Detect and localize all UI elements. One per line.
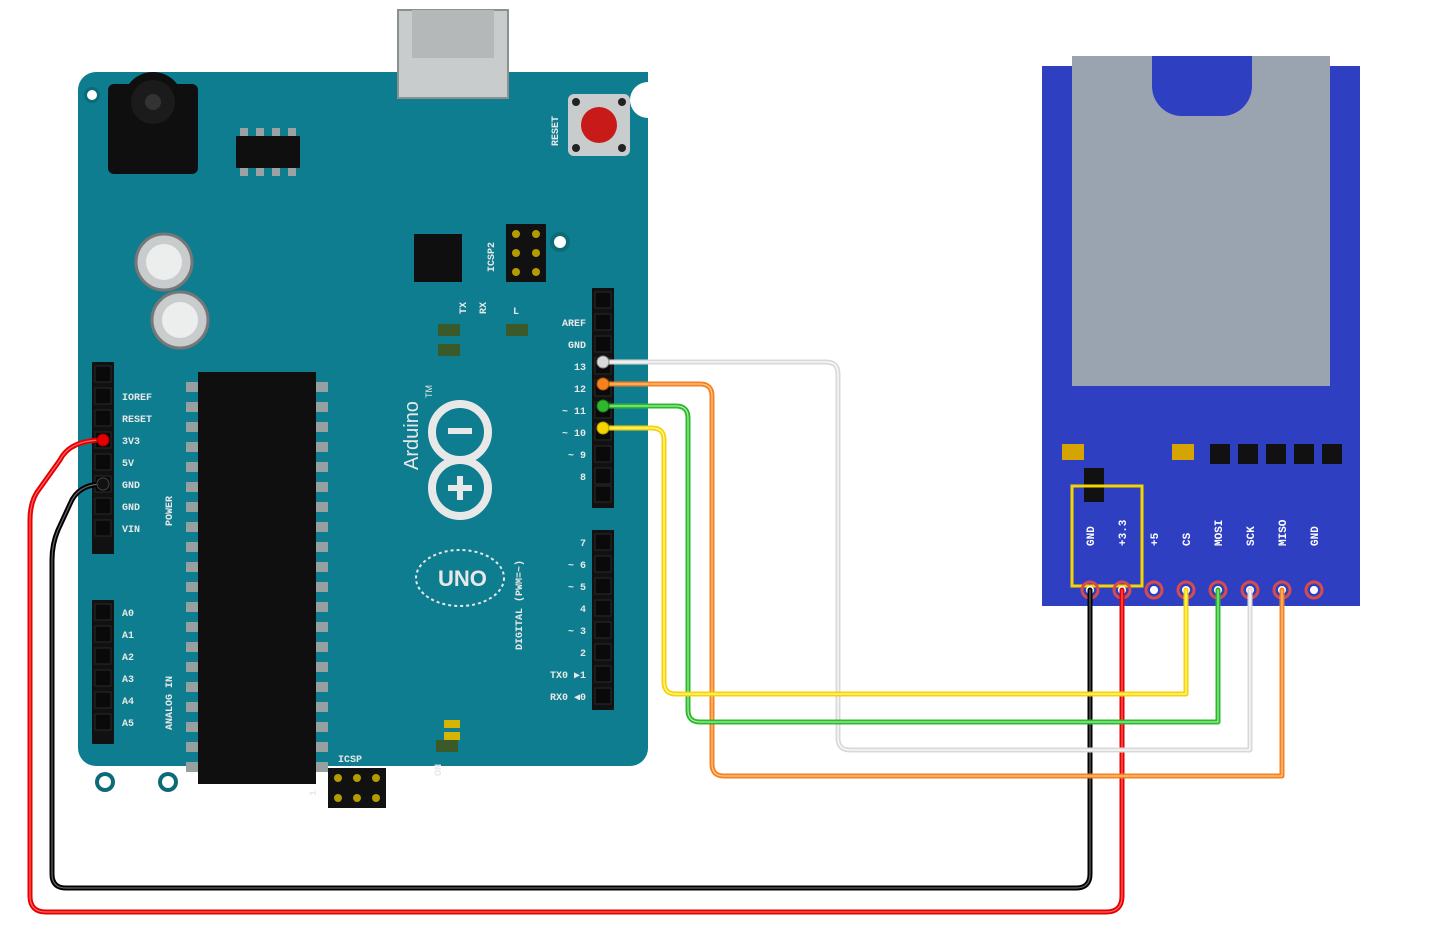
pin-a5-label: A5 (122, 719, 134, 730)
analog-section-label: ANALOG IN (165, 676, 176, 730)
pin-d2-label: 2 (580, 649, 586, 660)
digital-section-label: DIGITAL (PWM=~) (514, 560, 526, 650)
icsp2-label: ICSP2 (487, 242, 498, 272)
pin-d3-label: ~ 3 (568, 627, 586, 638)
pin-a2-label: A2 (122, 653, 134, 664)
icsp-label: ICSP (338, 755, 362, 766)
reset-label: RESET (551, 116, 562, 146)
power-section-label: POWER (165, 496, 176, 526)
arduino-brand-text: Arduino (401, 401, 423, 470)
sd-pin-sck-label: SCK (1246, 526, 1258, 546)
pin-5v-label: 5V (122, 459, 134, 470)
rx-label: RX (479, 302, 490, 314)
sd-card-module: GND +3.3 +5 CS MOSI SCK MISO GND (1042, 56, 1360, 606)
arduino-tm-text: TM (424, 385, 434, 398)
sd-pin-cs-label: CS (1182, 532, 1194, 546)
pin-d4-label: 4 (580, 605, 586, 616)
pin-d9-label: ~ 9 (568, 451, 586, 462)
pin-d6-label: ~ 6 (568, 561, 586, 572)
sd-pin-gnd2-label: GND (1310, 526, 1322, 546)
pin-d5-label: ~ 5 (568, 583, 586, 594)
pin-d8-label: 8 (580, 473, 586, 484)
pin-d12-label: 12 (574, 385, 586, 396)
sd-pin-gnd-label: GND (1086, 526, 1098, 546)
pin-d10-label: ~ 10 (562, 429, 586, 440)
wiring-diagram: RESET ICSP2 TX RX L Arduino TM (0, 0, 1444, 936)
pin-tx1-label: TX0 ▶1 (550, 671, 586, 682)
pin-reset-label: RESET (122, 415, 152, 426)
pin-gnd1-label: GND (122, 481, 140, 492)
sd-pin-mosi-label: MOSI (1214, 520, 1226, 546)
l-label: L (513, 307, 519, 318)
sd-pin-miso-label: MISO (1278, 519, 1290, 546)
uno-model-text: UNO (438, 566, 487, 591)
pin-aref-label: AREF (562, 319, 586, 330)
pin-gnd2-label: GND (122, 503, 140, 514)
pin-a1-label: A1 (122, 631, 134, 642)
pin-d11-label: ~ 11 (562, 407, 586, 418)
pin-d13-label: 13 (574, 363, 586, 374)
pin-dgnd-label: GND (568, 341, 586, 352)
pin-ioref-label: IOREF (122, 393, 152, 404)
pin-vin-label: VIN (122, 525, 140, 536)
svg-text:1: 1 (309, 790, 320, 796)
pin-3v3-label: 3V3 (122, 437, 140, 448)
pin-a4-label: A4 (122, 697, 134, 708)
tx-label: TX (459, 302, 470, 314)
on-label: ON (434, 764, 445, 776)
pin-rx0-label: RX0 ◀0 (550, 693, 586, 704)
pin-d7-label: 7 (580, 539, 586, 550)
sd-pin-3v3-label: +3.3 (1118, 519, 1130, 546)
arduino-uno-board: RESET ICSP2 TX RX L Arduino TM (78, 10, 648, 808)
sd-pin-5v-label: +5 (1150, 532, 1162, 546)
pin-a3-label: A3 (122, 675, 134, 686)
pin-a0-label: A0 (122, 609, 134, 620)
